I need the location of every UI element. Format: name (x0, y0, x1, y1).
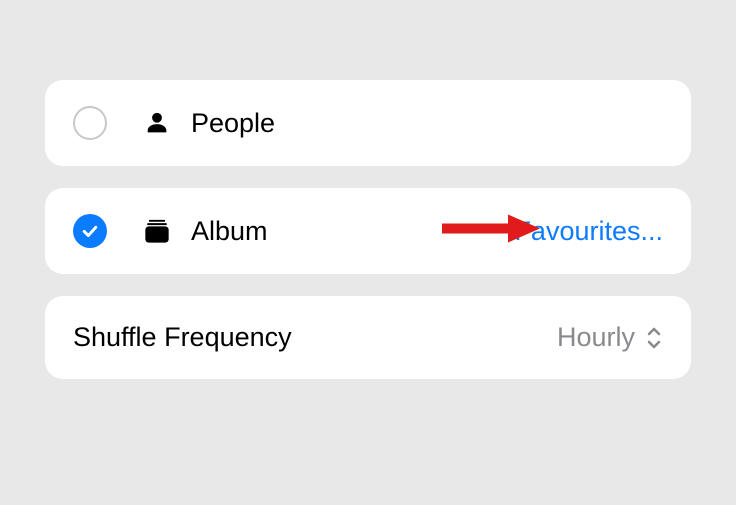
radio-checked-icon[interactable] (73, 214, 107, 248)
chevron-up-down-icon[interactable] (645, 325, 663, 351)
row-people-label: People (191, 108, 663, 139)
album-link[interactable]: Favourites... (514, 216, 663, 247)
album-icon (141, 217, 173, 245)
row-album[interactable]: Album Favourites... (45, 188, 691, 274)
shuffle-frequency-value: Hourly (557, 322, 635, 353)
row-shuffle-frequency[interactable]: Shuffle Frequency Hourly (45, 296, 691, 379)
radio-unchecked-icon[interactable] (73, 106, 107, 140)
row-people[interactable]: People (45, 80, 691, 166)
row-album-label: Album (191, 216, 514, 247)
shuffle-frequency-label: Shuffle Frequency (73, 322, 292, 353)
people-icon (141, 109, 173, 137)
